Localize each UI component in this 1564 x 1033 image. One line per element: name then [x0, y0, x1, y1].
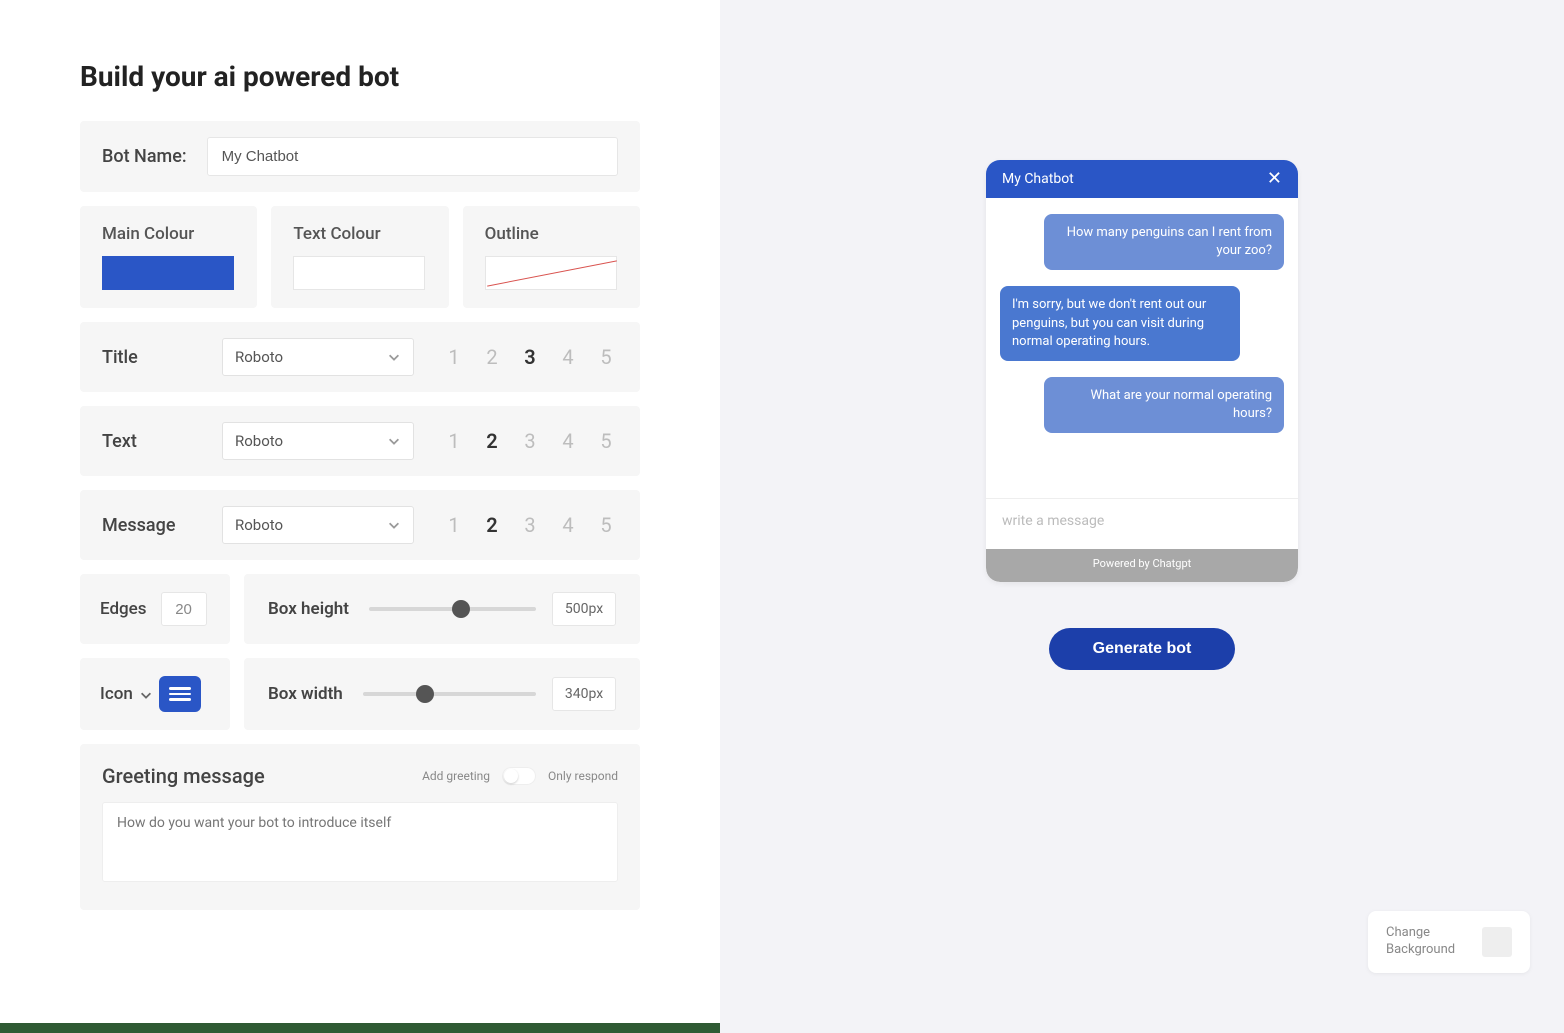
- size-option[interactable]: 1: [444, 345, 464, 369]
- text-colour-card: Text Colour: [271, 206, 448, 308]
- size-option[interactable]: 1: [444, 513, 464, 537]
- font-text-label: Text: [102, 431, 202, 452]
- main-colour-card: Main Colour: [80, 206, 257, 308]
- box-height-card: Box height 500px: [244, 574, 640, 644]
- size-option[interactable]: 5: [596, 429, 616, 453]
- chevron-down-icon: [387, 350, 401, 364]
- change-background-card[interactable]: Change Background: [1368, 911, 1530, 973]
- chat-message-user: What are your normal operating hours?: [1044, 377, 1284, 433]
- close-icon[interactable]: ✕: [1267, 170, 1282, 188]
- font-title-row: Title Roboto 1 2 3 4 5: [80, 322, 640, 392]
- size-option[interactable]: 2: [482, 429, 502, 453]
- box-width-card: Box width 340px: [244, 658, 640, 730]
- font-text-row: Text Roboto 1 2 3 4 5: [80, 406, 640, 476]
- greeting-toggle[interactable]: [502, 767, 536, 785]
- font-message-value: Roboto: [235, 516, 283, 534]
- bot-name-input[interactable]: [207, 137, 618, 176]
- chat-input[interactable]: write a message: [986, 498, 1298, 549]
- box-width-value: 340px: [552, 677, 616, 711]
- only-respond-label: Only respond: [548, 769, 618, 783]
- chat-header: My Chatbot ✕: [986, 160, 1298, 198]
- chevron-down-icon[interactable]: [139, 687, 153, 701]
- size-option[interactable]: 2: [482, 345, 502, 369]
- chat-icon[interactable]: [159, 676, 201, 712]
- edges-input[interactable]: [161, 592, 207, 626]
- font-text-sizes: 1 2 3 4 5: [444, 429, 616, 453]
- font-message-dropdown[interactable]: Roboto: [222, 506, 414, 544]
- font-text-dropdown[interactable]: Roboto: [222, 422, 414, 460]
- size-option[interactable]: 1: [444, 429, 464, 453]
- greeting-textarea[interactable]: [102, 802, 618, 882]
- font-message-label: Message: [102, 515, 202, 536]
- font-title-label: Title: [102, 347, 202, 368]
- size-option[interactable]: 3: [520, 429, 540, 453]
- box-width-slider[interactable]: [363, 684, 536, 704]
- chevron-down-icon: [387, 518, 401, 532]
- size-option[interactable]: 2: [482, 513, 502, 537]
- font-message-sizes: 1 2 3 4 5: [444, 513, 616, 537]
- generate-bot-button[interactable]: Generate bot: [1049, 628, 1236, 670]
- chat-preview: My Chatbot ✕ How many penguins can I ren…: [986, 160, 1298, 582]
- text-colour-swatch[interactable]: [293, 256, 425, 290]
- font-text-value: Roboto: [235, 432, 283, 450]
- change-background-label: Change Background: [1386, 925, 1466, 959]
- icon-card: Icon: [80, 658, 230, 730]
- outline-colour-label: Outline: [485, 224, 539, 244]
- greeting-title: Greeting message: [102, 764, 265, 788]
- bot-name-row: Bot Name:: [80, 121, 640, 192]
- font-title-sizes: 1 2 3 4 5: [444, 345, 616, 369]
- main-colour-label: Main Colour: [102, 224, 194, 244]
- edges-label: Edges: [100, 599, 147, 619]
- chat-footer: Powered by Chatgpt: [986, 549, 1298, 582]
- size-option[interactable]: 3: [520, 513, 540, 537]
- text-colour-label: Text Colour: [293, 224, 380, 244]
- size-option[interactable]: 4: [558, 513, 578, 537]
- edges-card: Edges: [80, 574, 230, 644]
- icon-label: Icon: [100, 684, 133, 704]
- bottom-accent-bar: [0, 1023, 720, 1033]
- size-option[interactable]: 4: [558, 429, 578, 453]
- chevron-down-icon: [387, 434, 401, 448]
- page-title: Build your ai powered bot: [80, 60, 640, 93]
- font-title-dropdown[interactable]: Roboto: [222, 338, 414, 376]
- box-height-label: Box height: [268, 599, 349, 619]
- main-colour-swatch[interactable]: [102, 256, 234, 290]
- greeting-card: Greeting message Add greeting Only respo…: [80, 744, 640, 910]
- chat-message-user: How many penguins can I rent from your z…: [1044, 214, 1284, 270]
- size-option[interactable]: 5: [596, 513, 616, 537]
- box-height-value: 500px: [552, 592, 616, 626]
- font-title-value: Roboto: [235, 348, 283, 366]
- box-height-slider[interactable]: [369, 599, 536, 619]
- box-width-label: Box width: [268, 684, 343, 704]
- chat-message-bot: I'm sorry, but we don't rent out our pen…: [1000, 286, 1240, 361]
- add-greeting-label: Add greeting: [422, 769, 490, 783]
- outline-colour-card: Outline: [463, 206, 640, 308]
- size-option[interactable]: 3: [520, 345, 540, 369]
- outline-colour-swatch[interactable]: [485, 256, 617, 290]
- font-message-row: Message Roboto 1 2 3 4 5: [80, 490, 640, 560]
- chat-header-title: My Chatbot: [1002, 171, 1074, 187]
- size-option[interactable]: 4: [558, 345, 578, 369]
- bot-name-label: Bot Name:: [102, 146, 187, 167]
- background-swatch[interactable]: [1482, 927, 1512, 957]
- size-option[interactable]: 5: [596, 345, 616, 369]
